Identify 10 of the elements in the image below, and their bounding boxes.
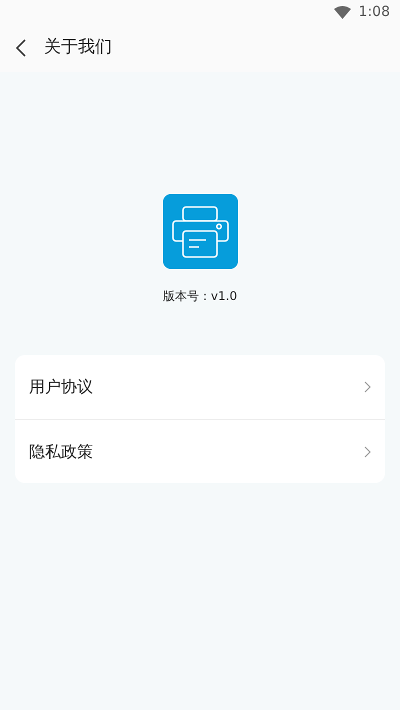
page-title: 关于我们 <box>44 36 112 60</box>
status-time: 1:08 <box>358 2 390 22</box>
menu-item[interactable]: 隐私政策 <box>29 440 93 464</box>
printer-app-icon <box>162 194 238 269</box>
chevron-icon <box>364 381 371 393</box>
wifi-icon <box>334 6 351 18</box>
back-icon[interactable] <box>14 39 28 57</box>
chevron-icon <box>364 446 371 458</box>
menu-item[interactable]: 用户协议 <box>29 375 93 399</box>
version-text: 版本号：v1.0 <box>162 288 238 305</box>
